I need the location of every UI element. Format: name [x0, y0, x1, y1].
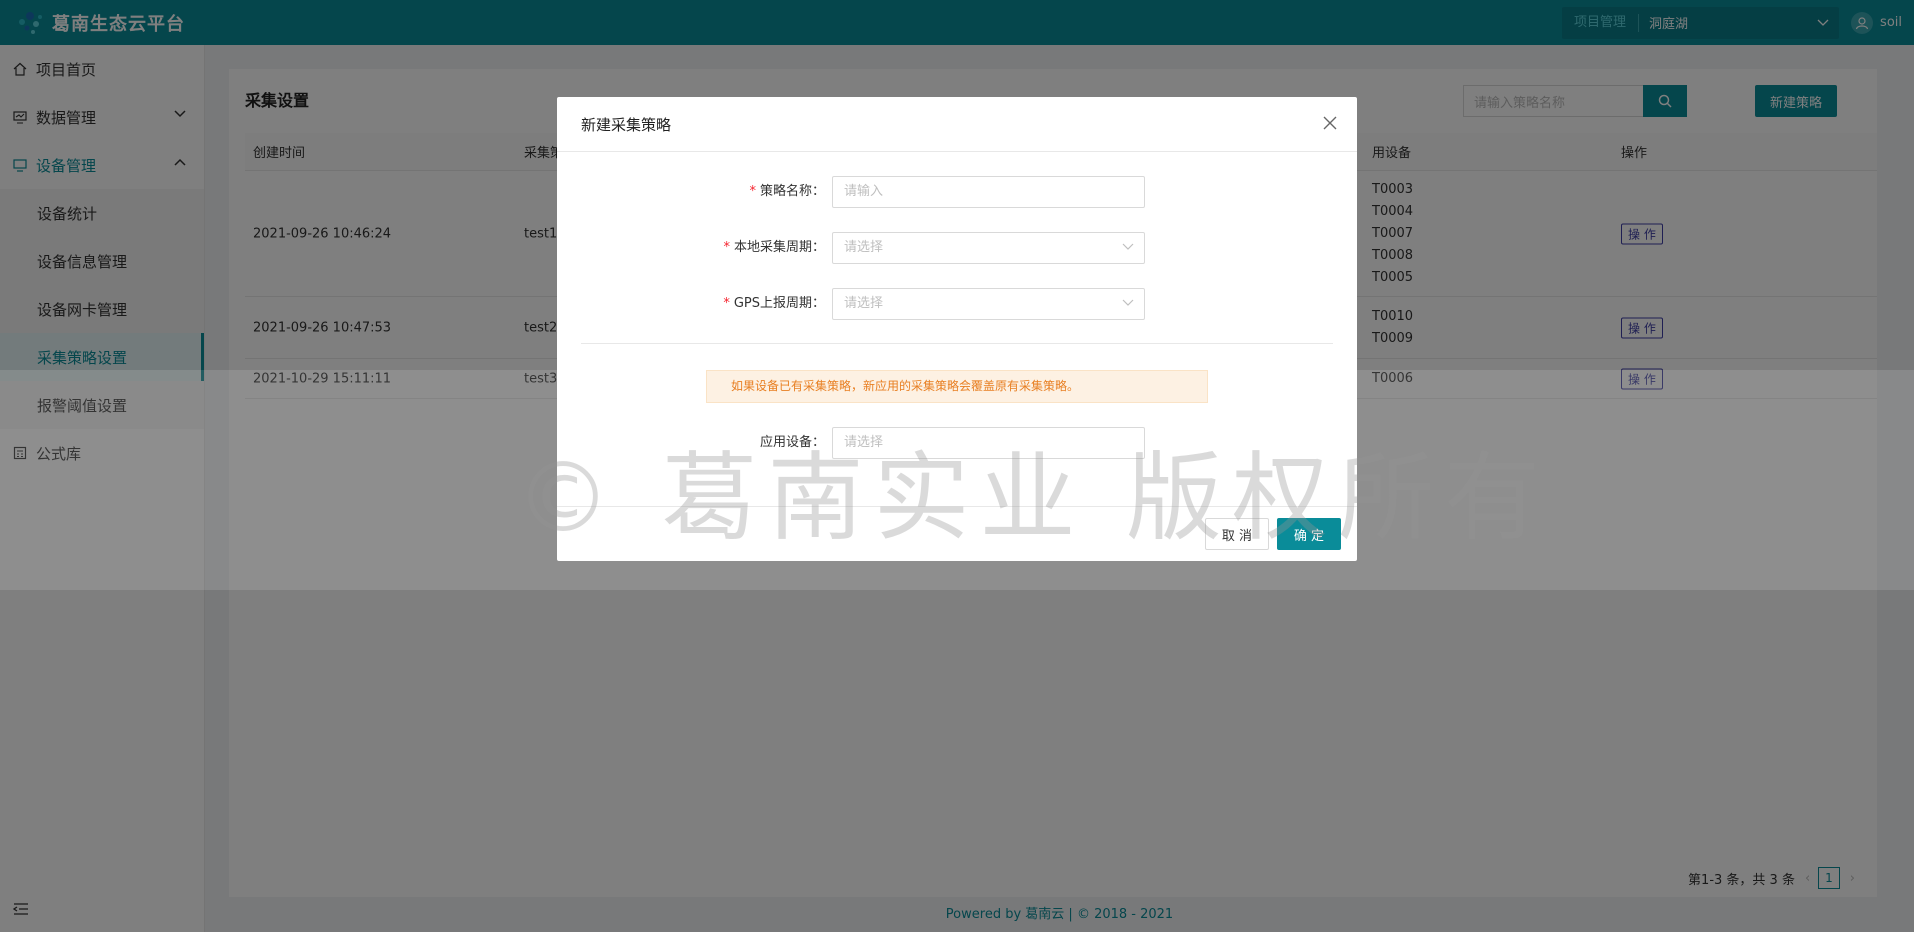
section-divider — [581, 343, 1333, 344]
gps-period-select[interactable]: 请选择 — [832, 288, 1145, 320]
field-label: * 本地采集周期： — [723, 240, 825, 255]
modal-title: 新建采集策略 — [581, 115, 672, 134]
field-label: * GPS上报周期： — [723, 296, 825, 311]
form-row-name: * 策略名称： 请输入 — [557, 176, 1357, 208]
modal-header: 新建采集策略 — [557, 97, 1357, 152]
form-row-gps-period: * GPS上报周期： 请选择 — [557, 288, 1357, 320]
chevron-down-icon — [1122, 243, 1134, 250]
watermark-text: © 葛南实业 版权所有 — [515, 442, 1551, 554]
overwrite-warning: 如果设备已有采集策略，新应用的采集策略会覆盖原有采集策略。 — [706, 370, 1208, 403]
local-period-select[interactable]: 请选择 — [832, 232, 1145, 264]
strategy-name-input[interactable]: 请输入 — [832, 176, 1145, 208]
form-row-local-period: * 本地采集周期： 请选择 — [557, 232, 1357, 264]
chevron-down-icon — [1122, 299, 1134, 306]
close-icon[interactable] — [1321, 114, 1339, 132]
field-label: * 策略名称： — [749, 184, 825, 199]
